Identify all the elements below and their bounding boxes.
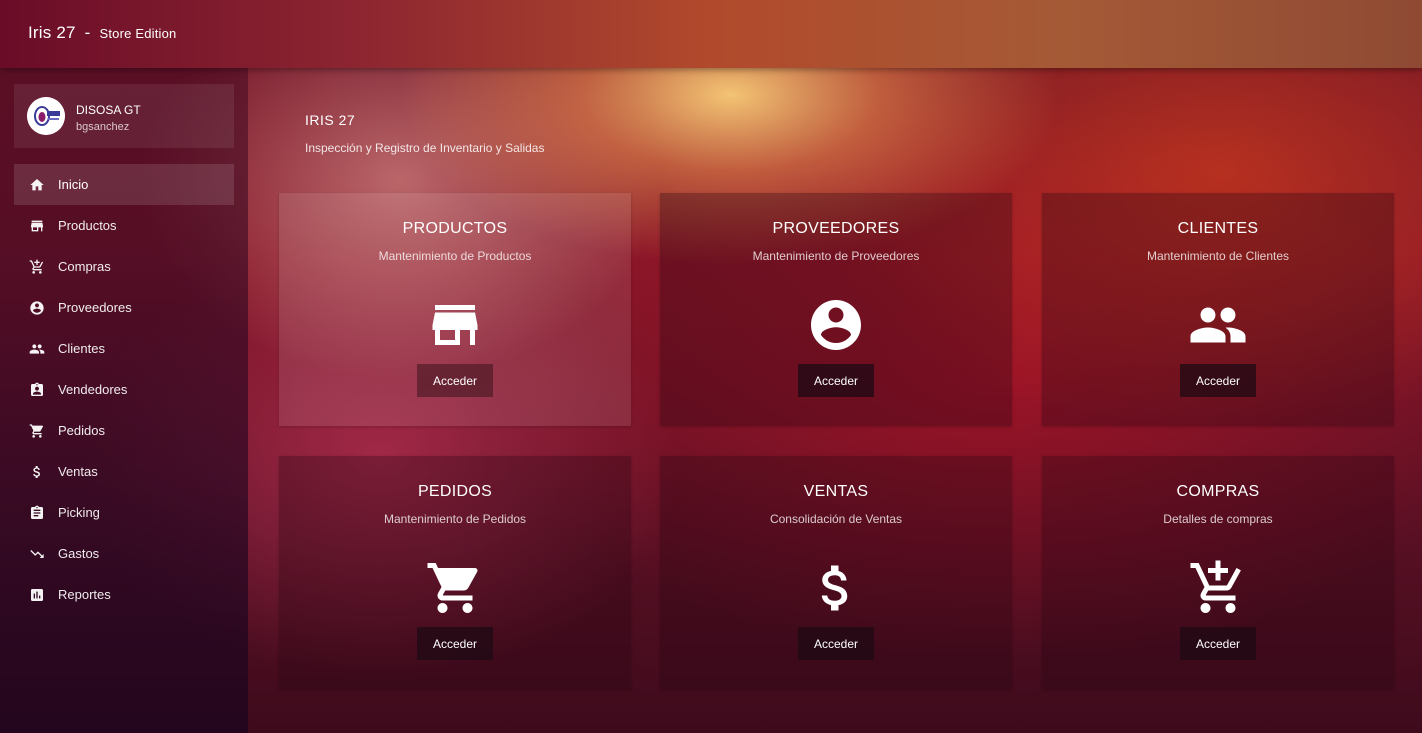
acceder-ventas-button[interactable]: Acceder [798, 627, 874, 660]
sidebar-nav: Inicio Productos Compras Proveedores Cli… [14, 164, 234, 615]
store-icon [425, 295, 485, 355]
sidebar-item-label: Gastos [58, 546, 100, 561]
sidebar-item-label: Proveedores [58, 300, 132, 315]
card-subtitle: Mantenimiento de Pedidos [383, 512, 527, 526]
profile-name: DISOSA GT [76, 103, 141, 117]
user-profile[interactable]: DISOSA GT bgsanchez [14, 84, 234, 148]
card-subtitle: Detalles de compras [1163, 512, 1273, 526]
sidebar-item-ventas[interactable]: Ventas [14, 451, 234, 492]
app-title-separator: - [84, 23, 91, 42]
app-title: Iris 27 - Store Edition [28, 23, 177, 43]
page-subtitle: Inspección y Registro de Inventario y Sa… [305, 141, 545, 155]
main-content: IRIS 27 Inspección y Registro de Inventa… [248, 68, 1422, 733]
card-title: PEDIDOS [417, 483, 493, 500]
acceder-productos-button[interactable]: Acceder [417, 364, 493, 397]
sidebar-item-clientes[interactable]: Clientes [14, 328, 234, 369]
company-logo-icon [27, 97, 65, 135]
assignment-icon [29, 505, 45, 521]
shopping-cart-icon [29, 423, 45, 439]
sidebar-item-label: Pedidos [58, 423, 105, 438]
card-compras: COMPRAS Detalles de compras Acceder [1042, 456, 1394, 689]
card-subtitle: Mantenimiento de Clientes [1146, 249, 1290, 263]
add-shopping-cart-icon [29, 259, 45, 275]
people-icon [29, 341, 45, 357]
card-pedidos: PEDIDOS Mantenimiento de Pedidos Acceder [279, 456, 631, 689]
card-title: PROVEEDORES [772, 220, 900, 237]
sidebar-item-inicio[interactable]: Inicio [14, 164, 234, 205]
sidebar-item-label: Reportes [58, 587, 111, 602]
page-title: IRIS 27 [305, 112, 356, 128]
card-title: VENTAS [803, 483, 869, 500]
add-shopping-cart-icon [1188, 558, 1248, 618]
sidebar: DISOSA GT bgsanchez Inicio Productos Com… [0, 68, 248, 733]
card-ventas: VENTAS Consolidación de Ventas Acceder [660, 456, 1012, 689]
card-subtitle: Mantenimiento de Productos [378, 249, 532, 263]
dollar-icon [806, 558, 866, 618]
sidebar-item-proveedores[interactable]: Proveedores [14, 287, 234, 328]
avatar [27, 97, 65, 135]
card-title: CLIENTES [1177, 220, 1259, 237]
sidebar-item-label: Ventas [58, 464, 98, 479]
sidebar-item-productos[interactable]: Productos [14, 205, 234, 246]
store-icon [29, 218, 45, 234]
bar-chart-icon [29, 587, 45, 603]
sidebar-item-label: Compras [58, 259, 111, 274]
acceder-proveedores-button[interactable]: Acceder [798, 364, 874, 397]
card-title: PRODUCTOS [402, 220, 508, 237]
card-proveedores: PROVEEDORES Mantenimiento de Proveedores… [660, 193, 1012, 426]
app-edition: Store Edition [99, 26, 177, 41]
card-subtitle: Mantenimiento de Proveedores [752, 249, 920, 263]
card-clientes: CLIENTES Mantenimiento de Clientes Acced… [1042, 193, 1394, 426]
acceder-pedidos-button[interactable]: Acceder [417, 627, 493, 660]
app-title-name: Iris 27 [28, 23, 76, 42]
card-title: COMPRAS [1176, 483, 1260, 500]
sidebar-item-label: Productos [58, 218, 117, 233]
sidebar-item-label: Inicio [58, 177, 89, 192]
account-circle-icon [29, 300, 45, 316]
sidebar-item-label: Picking [58, 505, 100, 520]
shopping-cart-icon [425, 558, 485, 618]
dollar-icon [29, 464, 45, 480]
card-subtitle: Consolidación de Ventas [769, 512, 903, 526]
people-icon [1188, 295, 1248, 355]
acceder-clientes-button[interactable]: Acceder [1180, 364, 1256, 397]
sidebar-item-picking[interactable]: Picking [14, 492, 234, 533]
trending-down-icon [29, 546, 45, 562]
sidebar-item-pedidos[interactable]: Pedidos [14, 410, 234, 451]
home-icon [29, 177, 45, 193]
app-bar: Iris 27 - Store Edition [0, 0, 1422, 68]
sidebar-item-gastos[interactable]: Gastos [14, 533, 234, 574]
sidebar-item-vendedores[interactable]: Vendedores [14, 369, 234, 410]
acceder-compras-button[interactable]: Acceder [1180, 627, 1256, 660]
sidebar-item-reportes[interactable]: Reportes [14, 574, 234, 615]
assignment-ind-icon [29, 382, 45, 398]
account-circle-icon [806, 295, 866, 355]
sidebar-item-label: Vendedores [58, 382, 128, 397]
sidebar-item-compras[interactable]: Compras [14, 246, 234, 287]
profile-username: bgsanchez [76, 121, 130, 133]
sidebar-item-label: Clientes [58, 341, 105, 356]
card-productos: PRODUCTOS Mantenimiento de Productos Acc… [279, 193, 631, 426]
